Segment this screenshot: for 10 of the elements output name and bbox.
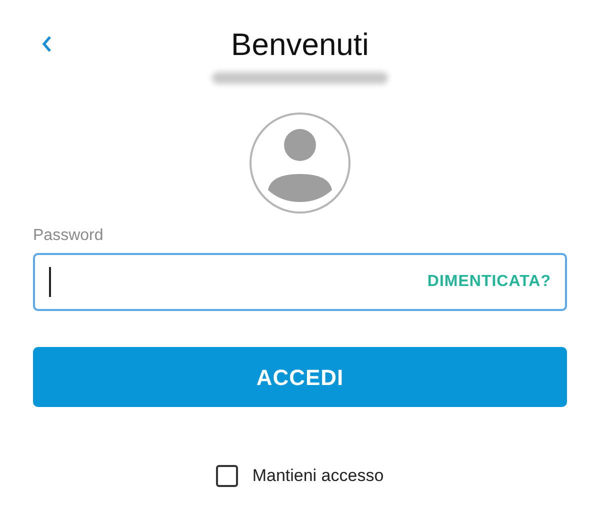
forgot-password-link[interactable]: DIMENTICATA? — [427, 270, 551, 294]
password-field[interactable]: DIMENTICATA? — [33, 253, 567, 311]
back-icon — [41, 35, 53, 53]
remember-label: Mantieni accesso — [252, 465, 384, 487]
page-title: Benvenuti — [231, 26, 369, 64]
remember-checkbox[interactable] — [216, 464, 238, 487]
login-button[interactable]: ACCEDI — [33, 347, 567, 407]
password-label: Password — [33, 226, 104, 246]
text-cursor — [49, 267, 51, 297]
avatar-icon — [249, 112, 351, 214]
